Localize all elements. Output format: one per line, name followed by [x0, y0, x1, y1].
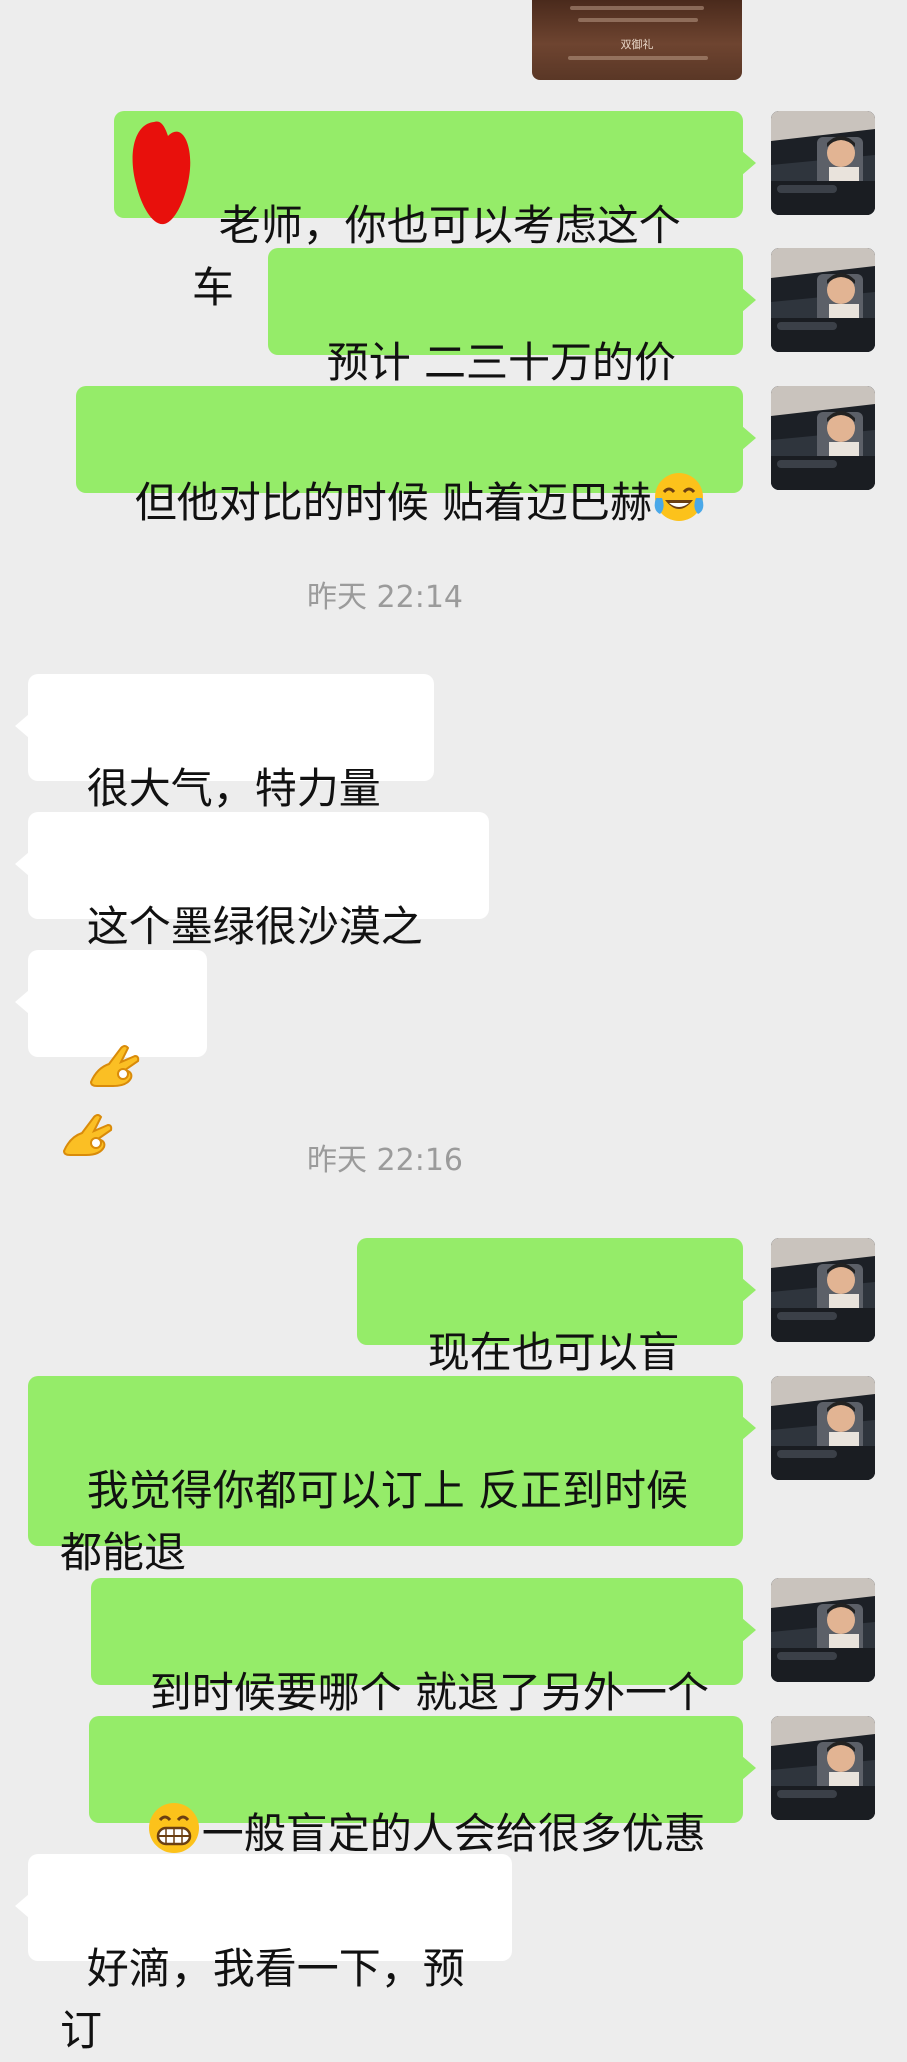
image-text-line	[570, 6, 704, 10]
timestamp: 昨天 22:16	[307, 1143, 463, 1178]
user-avatar[interactable]	[771, 248, 875, 352]
timestamp: 昨天 22:14	[307, 580, 463, 615]
outgoing-message[interactable]: 但他对比的时候 贴着迈巴赫	[76, 386, 756, 527]
message-text: 一般盲定的人会给很多优惠	[201, 1809, 706, 1858]
incoming-message[interactable]: 好滴，我看一下，预订	[15, 1854, 512, 2055]
outgoing-message[interactable]: 一般盲定的人会给很多优惠	[89, 1716, 756, 1858]
message-text: 好滴，我看一下，预订	[60, 1944, 465, 2055]
shared-image-thumbnail[interactable]: 双御礼	[532, 0, 742, 80]
outgoing-message[interactable]: 现在也可以盲订	[357, 1238, 756, 1439]
image-text-line	[578, 18, 698, 22]
user-avatar[interactable]	[771, 1376, 875, 1480]
outgoing-message[interactable]: 预计 二三十万的价格	[268, 248, 756, 449]
user-avatar[interactable]	[771, 386, 875, 490]
user-avatar[interactable]	[771, 111, 875, 215]
ok-hand-emoji	[87, 1038, 143, 1107]
incoming-message[interactable]: 很大气，特力量感	[15, 674, 434, 875]
outgoing-message[interactable]: 老师，你也可以考虑这个车	[114, 111, 756, 312]
tears-of-joy-emoji	[652, 470, 706, 541]
message-text: 但他对比的时候 贴着迈巴赫	[134, 478, 653, 527]
image-caption: 双御礼	[620, 38, 654, 51]
message-text: 我觉得你都可以订上 反正到时候都能退	[60, 1466, 689, 1577]
incoming-message[interactable]: 这个墨绿很沙漠之舟	[15, 812, 489, 1013]
outgoing-message[interactable]: 到时候要哪个 就退了另外一个	[91, 1578, 756, 1717]
image-text-line	[568, 56, 708, 60]
user-avatar[interactable]	[771, 1578, 875, 1682]
incoming-message[interactable]	[15, 950, 207, 1156]
outgoing-message[interactable]: 我觉得你都可以订上 反正到时候都能退	[28, 1376, 756, 1577]
user-avatar[interactable]	[771, 1238, 875, 1342]
message-text: 到时候要哪个 就退了另外一个	[149, 1668, 710, 1717]
red-privacy-mark	[132, 121, 191, 225]
user-avatar[interactable]	[771, 1716, 875, 1820]
